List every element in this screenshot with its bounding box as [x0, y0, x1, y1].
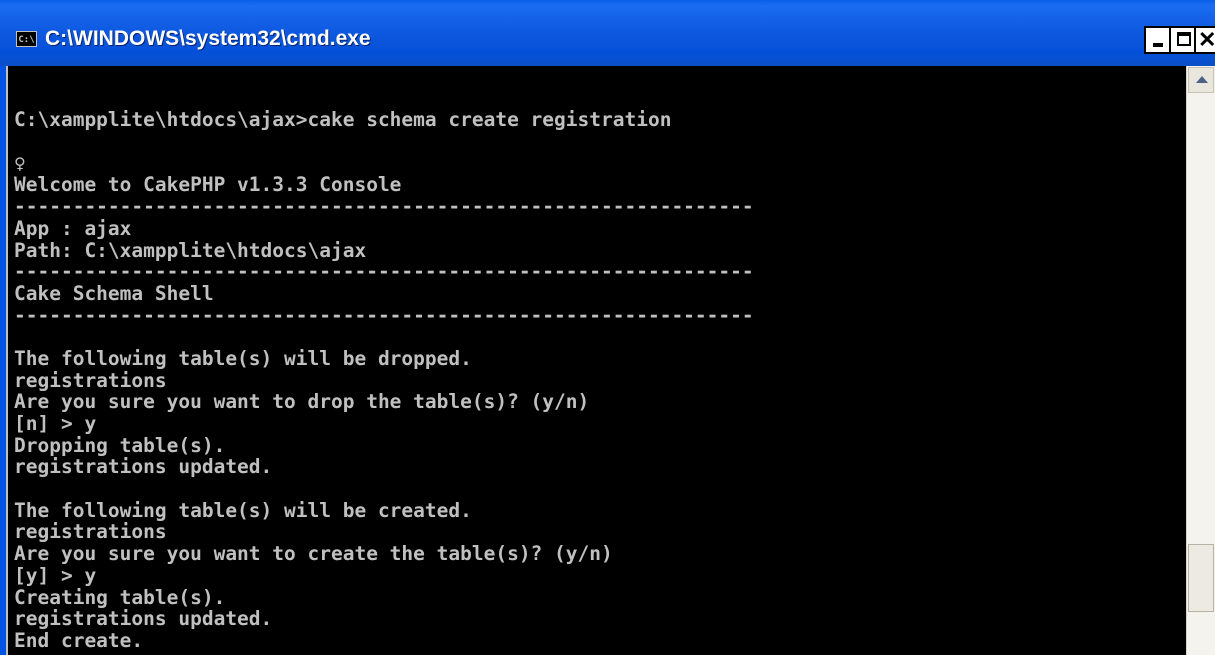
console-line: C:\xampplite\htdocs\ajax>cake schema cre… — [14, 108, 672, 132]
console-line: registrations updated. — [14, 607, 273, 631]
console-line: ----------------------------------------… — [14, 260, 754, 284]
console-line: Welcome to CakePHP v1.3.3 Console — [14, 173, 402, 197]
console-line: registrations — [14, 368, 167, 392]
console-output[interactable]: C:\xampplite\htdocs\ajax>cake schema cre… — [6, 66, 1186, 655]
console-line: Are you sure you want to create the tabl… — [14, 542, 613, 566]
console-line: [n] > y — [14, 412, 97, 435]
close-button[interactable]: ✕ — [1194, 26, 1215, 54]
cmd-app-icon[interactable]: C:\ — [16, 31, 37, 47]
arrow-up-icon — [1196, 76, 1208, 83]
cmd-window: C:\ C:\WINDOWS\system32\cmd.exe ✕ C:\xam… — [0, 0, 1215, 655]
close-icon: ✕ — [1198, 27, 1215, 52]
minimize-button[interactable] — [1144, 26, 1172, 54]
console-line: registrations — [14, 520, 167, 544]
console-line: Path: C:\xampplite\htdocs\ajax — [14, 238, 367, 262]
console-line: Cake Schema Shell — [14, 281, 214, 305]
console-line: ----------------------------------------… — [14, 195, 754, 219]
console-line: ♀ — [14, 151, 26, 175]
scroll-up-button[interactable] — [1188, 67, 1214, 93]
console-line: registrations updated. — [14, 455, 273, 479]
console-line: Creating table(s). — [14, 585, 226, 609]
minimize-icon — [1153, 43, 1163, 47]
console-line: The following table(s) will be dropped. — [14, 346, 472, 370]
console-line: ----------------------------------------… — [14, 303, 754, 327]
console-line: Are you sure you want to drop the table(… — [14, 390, 590, 414]
console-line: Dropping table(s). — [14, 433, 226, 457]
console-line: The following table(s) will be created. — [14, 498, 472, 522]
console-line: [y] > y — [14, 563, 97, 587]
console-line: App : ajax — [14, 216, 132, 240]
maximize-button[interactable] — [1169, 26, 1197, 54]
window-title: C:\WINDOWS\system32\cmd.exe — [45, 27, 371, 50]
title-bar[interactable]: C:\ C:\WINDOWS\system32\cmd.exe ✕ — [0, 0, 1215, 66]
maximize-icon — [1177, 32, 1191, 46]
scrollbar-thumb[interactable] — [1188, 544, 1214, 612]
console-text: C:\xampplite\htdocs\ajax>cake schema cre… — [14, 66, 754, 652]
console-line: End create. — [14, 628, 144, 652]
vertical-scrollbar[interactable] — [1186, 66, 1215, 655]
